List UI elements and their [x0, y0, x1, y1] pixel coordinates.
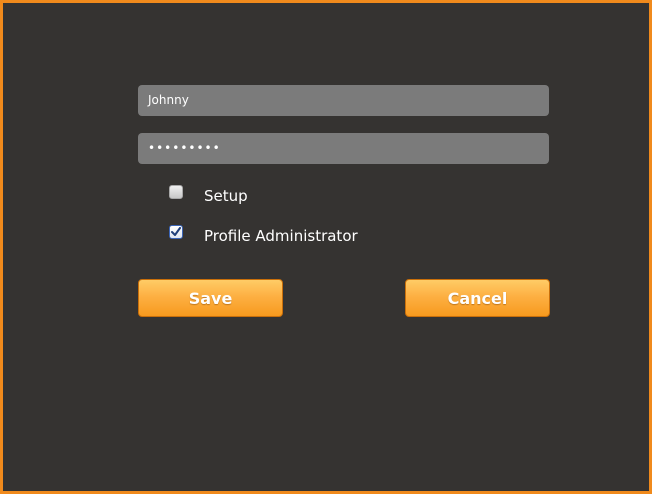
setup-label: Setup	[204, 187, 248, 205]
profile-dialog: Johnny ••••••••• Setup Profile Administr…	[0, 0, 652, 494]
save-button[interactable]: Save	[138, 279, 283, 317]
profile-administrator-option[interactable]: Profile Administrator	[169, 224, 358, 248]
cancel-button[interactable]: Cancel	[405, 279, 550, 317]
setup-option[interactable]: Setup	[169, 184, 248, 208]
password-field[interactable]: •••••••••	[138, 133, 549, 164]
username-field[interactable]: Johnny	[138, 85, 549, 116]
profile-administrator-checkbox[interactable]	[169, 225, 183, 239]
setup-checkbox[interactable]	[169, 185, 183, 199]
checkmark-icon	[171, 227, 181, 236]
profile-administrator-label: Profile Administrator	[204, 227, 358, 245]
